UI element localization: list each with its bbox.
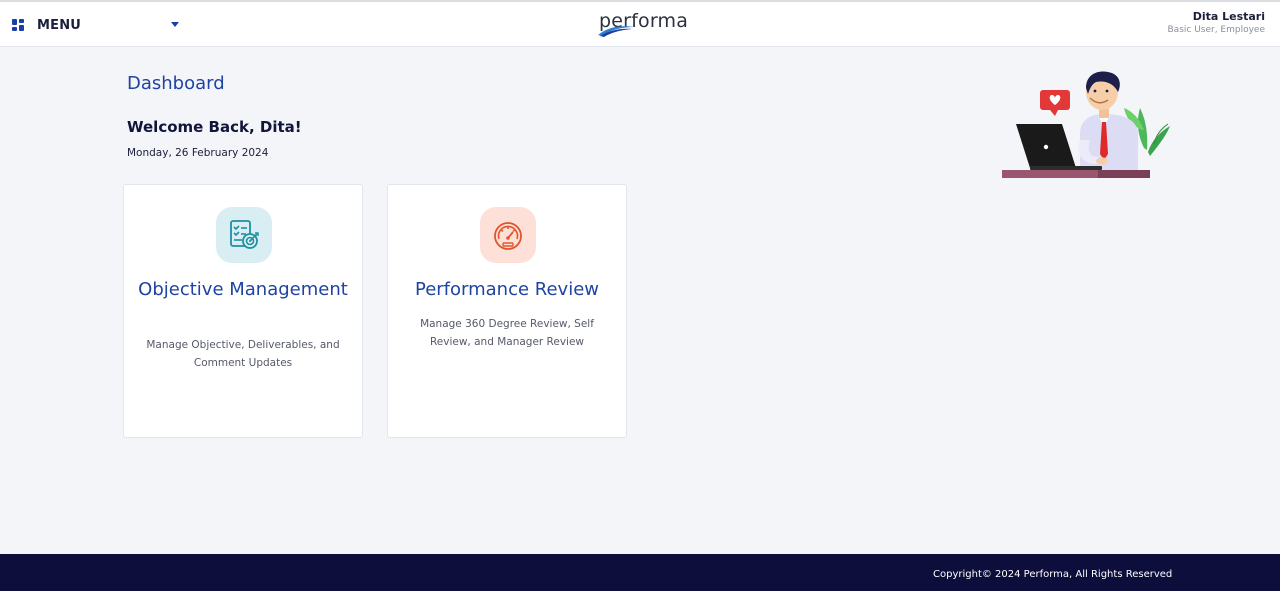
card-description: Manage 360 Degree Review, Self Review, a…	[420, 318, 594, 348]
card-description: Manage Objective, Deliverables, and Comm…	[146, 339, 340, 369]
speedometer-icon	[494, 222, 522, 250]
logo-swoosh-icon	[598, 26, 634, 37]
menu-label: MENU	[37, 17, 82, 33]
menu-button[interactable]: MENU	[12, 14, 184, 36]
copyright-text: Copyright© 2024 Performa, All Rights Res…	[933, 569, 1173, 580]
working-person-illustration	[1002, 71, 1170, 178]
footer: Copyright© 2024 Performa, All Rights Res…	[0, 554, 1280, 591]
user-role: Basic User, Employee	[1167, 25, 1266, 35]
user-profile[interactable]: Dita Lestari Basic User, Employee	[1168, 10, 1266, 37]
performa-logo[interactable]: performa	[594, 8, 688, 40]
performance-review-card[interactable]: Performance Review Manage 360 Degree Rev…	[387, 184, 627, 438]
performance-icon-container	[480, 207, 536, 263]
objective-management-card[interactable]: Objective Management Manage Objective, D…	[123, 184, 363, 438]
objective-icon-container	[216, 207, 272, 263]
current-date: Monday, 26 February 2024	[127, 147, 269, 159]
page-title: Dashboard	[127, 73, 225, 94]
welcome-message: Welcome Back, Dita!	[127, 118, 302, 136]
card-title: Objective Management	[138, 279, 348, 300]
card-title: Performance Review	[414, 279, 599, 300]
objective-checklist-icon	[230, 220, 259, 249]
user-name: Dita Lestari	[1192, 10, 1265, 23]
top-navigation-bar: MENU performa Dita Lestari Basic User, E…	[0, 0, 1280, 47]
caret-down-icon[interactable]	[171, 22, 179, 27]
grid-menu-icon	[12, 19, 24, 31]
